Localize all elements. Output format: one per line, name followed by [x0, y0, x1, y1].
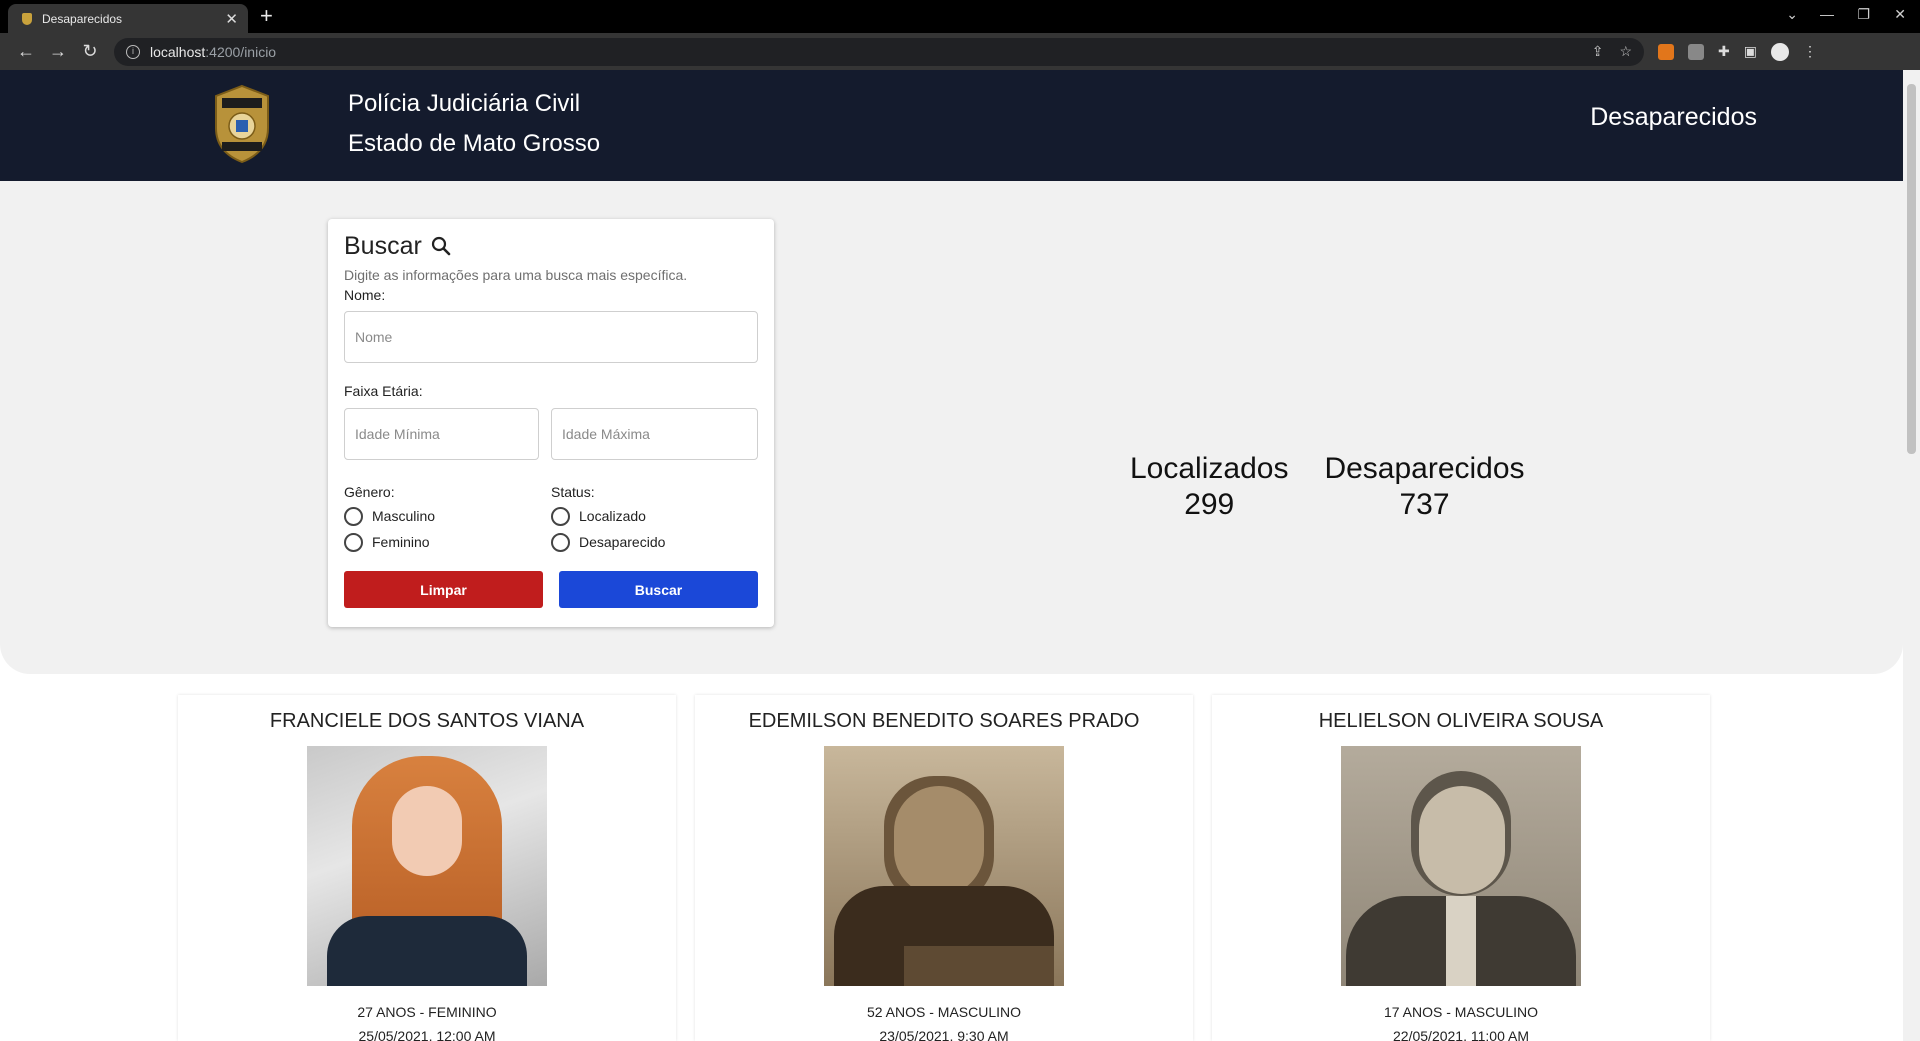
forward-icon[interactable]: → [42, 41, 74, 62]
name-label: Nome: [344, 287, 386, 303]
gender-option-masculino[interactable]: Masculino [344, 503, 551, 529]
stat-missing-label: Desaparecidos [1324, 452, 1525, 485]
browser-tabbar: Desaparecidos ✕ + ⌄ — ❐ ✕ [0, 0, 1920, 33]
person-photo [307, 746, 547, 986]
site-header: Polícia Judiciária Civil Estado de Mato … [0, 70, 1903, 181]
radio-icon[interactable] [344, 532, 363, 552]
age-range-label: Faixa Etária: [344, 383, 423, 399]
search-title: Buscar [344, 231, 758, 261]
stat-found-value: 299 [1184, 488, 1235, 521]
browser-tab[interactable]: Desaparecidos ✕ [8, 4, 248, 33]
gender-option-feminino[interactable]: Feminino [344, 529, 551, 555]
menu-kebab-icon[interactable]: ⋮ [1803, 43, 1817, 60]
scrollbar-thumb[interactable] [1907, 84, 1916, 454]
site-title-line2: Estado de Mato Grosso [348, 130, 601, 157]
gender-label: Gênero: [344, 484, 395, 500]
status-option-label: Localizado [579, 508, 646, 524]
person-name: HELIELSON OLIVEIRA SOUSA [1318, 710, 1604, 732]
tab-title: Desaparecidos [42, 11, 123, 26]
person-name: EDEMILSON BENEDITO SOARES PRADO [748, 710, 1140, 732]
stat-missing: Desaparecidos 737 [1324, 451, 1524, 523]
age-min-input[interactable]: Idade Mínima [344, 408, 539, 460]
person-name: FRANCIELE DOS SANTOS VIANA [269, 710, 585, 732]
person-photo [824, 746, 1064, 986]
site-title: Polícia Judiciária Civil Estado de Mato … [348, 84, 600, 164]
police-badge-logo [210, 84, 274, 164]
stat-missing-value: 737 [1399, 488, 1450, 521]
reload-icon[interactable]: ↻ [74, 41, 106, 62]
tab-close-icon[interactable]: ✕ [225, 10, 238, 28]
nav-link-desaparecidos[interactable]: Desaparecidos [1590, 103, 1757, 132]
metamask-extension-icon[interactable] [1658, 43, 1674, 60]
person-date: 25/05/2021, 12:00 AM [358, 1028, 496, 1041]
page-content: Polícia Judiciária Civil Estado de Mato … [0, 70, 1903, 1041]
stat-found: Localizados 299 [1130, 451, 1288, 523]
profile-avatar-icon[interactable] [1770, 42, 1789, 61]
person-age-gender: 27 ANOS - FEMININO [357, 1004, 497, 1020]
close-window-icon[interactable]: ✕ [1894, 6, 1906, 23]
side-panel-icon[interactable]: ▣ [1744, 43, 1757, 60]
back-icon[interactable]: ← [10, 41, 42, 62]
site-title-line1: Polícia Judiciária Civil [348, 90, 581, 117]
search-subtitle: Digite as informações para uma busca mai… [344, 267, 688, 283]
person-age-gender: 17 ANOS - MASCULINO [1383, 1004, 1539, 1020]
search-button[interactable]: Buscar [559, 571, 758, 608]
status-option-desaparecido[interactable]: Desaparecido [551, 529, 665, 555]
gender-option-label: Feminino [372, 534, 430, 550]
radio-icon[interactable] [344, 506, 363, 526]
person-age-gender: 52 ANOS - MASCULINO [866, 1004, 1022, 1020]
tab-search-icon[interactable]: ⌄ [1786, 6, 1798, 23]
gender-option-label: Masculino [372, 508, 436, 524]
name-input[interactable]: Nome [344, 311, 758, 363]
age-max-input[interactable]: Idade Máxima [551, 408, 758, 460]
site-info-icon[interactable]: i [126, 44, 140, 59]
extension-icon[interactable] [1688, 43, 1704, 60]
page-scrollbar[interactable] [1903, 70, 1920, 1041]
bookmark-star-icon[interactable]: ☆ [1619, 43, 1632, 60]
address-bar[interactable]: i localhost :4200/inicio ⇪ ☆ [114, 37, 1644, 66]
status-option-label: Desaparecido [579, 534, 666, 550]
share-icon[interactable]: ⇪ [1592, 43, 1604, 60]
favicon-icon [22, 12, 32, 25]
person-card[interactable]: EDEMILSON BENEDITO SOARES PRADO 52 ANOS … [695, 695, 1193, 1041]
stat-found-label: Localizados [1130, 452, 1289, 485]
person-card[interactable]: HELIELSON OLIVEIRA SOUSA 17 ANOS - MASCU… [1212, 695, 1710, 1041]
url-path: :4200/inicio [205, 43, 277, 60]
radio-icon[interactable] [551, 506, 570, 526]
person-card[interactable]: FRANCIELE DOS SANTOS VIANA 27 ANOS - FEM… [178, 695, 676, 1041]
status-option-localizado[interactable]: Localizado [551, 503, 665, 529]
stats-panel: Localizados 299 Desaparecidos 737 [1130, 451, 1525, 523]
status-label: Status: [551, 484, 595, 500]
person-date: 23/05/2021, 9:30 AM [879, 1028, 1009, 1041]
clear-button[interactable]: Limpar [344, 571, 543, 608]
url-host: localhost [150, 43, 206, 60]
person-date: 22/05/2021, 11:00 AM [1393, 1028, 1529, 1041]
search-title-text: Buscar [344, 231, 422, 260]
search-section: Buscar Digite as informações para uma bu… [0, 181, 1903, 674]
search-card: Buscar Digite as informações para uma bu… [328, 219, 774, 627]
new-tab-icon[interactable]: + [260, 5, 273, 27]
search-icon [430, 235, 452, 257]
browser-toolbar: ← → ↻ i localhost :4200/inicio ⇪ ☆ ✚ ▣ ⋮ [0, 33, 1920, 70]
radio-icon[interactable] [551, 532, 570, 552]
minimize-icon[interactable]: — [1820, 6, 1834, 22]
restore-icon[interactable]: ❐ [1857, 6, 1870, 23]
person-photo [1341, 746, 1581, 986]
extensions-puzzle-icon[interactable]: ✚ [1718, 43, 1730, 60]
